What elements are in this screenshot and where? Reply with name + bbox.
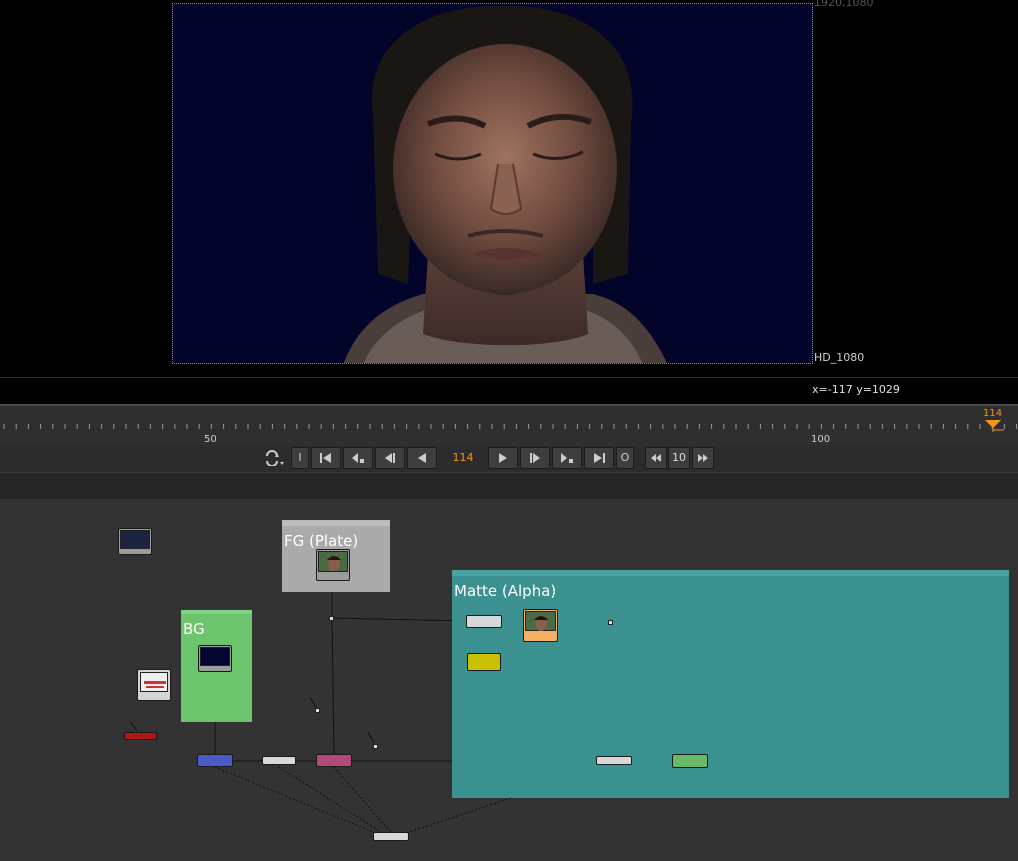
next-keyframe-icon [561, 453, 573, 463]
backdrop-matte-alpha[interactable]: Matte (Alpha) [452, 570, 1009, 798]
step-forward-icon [530, 453, 540, 463]
play-backward-icon [418, 453, 426, 463]
goto-end-button[interactable] [584, 447, 614, 469]
loop-mode-button[interactable] [262, 447, 288, 469]
format-bottom-label: HD_1080 [814, 351, 865, 364]
timeline-ticks [3, 420, 1018, 432]
green-node[interactable] [672, 754, 708, 768]
output-node[interactable] [373, 832, 409, 841]
playhead-marker-icon [985, 420, 1001, 428]
backdrop-matte-label: Matte (Alpha) [454, 582, 557, 600]
red-node[interactable] [124, 732, 157, 740]
dot-node[interactable] [315, 708, 320, 713]
panel-divider [0, 472, 1018, 499]
set-in-point-button[interactable]: I [291, 447, 309, 469]
node-graph[interactable]: FG (Plate) BG Matte (Alpha) [0, 499, 1018, 861]
forward-increment-button[interactable] [692, 447, 714, 469]
read-node-fg-plate[interactable] [316, 549, 350, 581]
viewer-frame[interactable] [172, 3, 813, 364]
format-top-label: 1920,1080 [814, 0, 874, 9]
viewer-info-bar: x=-117 y=1029 [0, 377, 1018, 404]
face-portrait-image [173, 4, 812, 363]
skip-start-icon [320, 453, 331, 463]
dot-node[interactable] [608, 620, 613, 625]
frame-increment-field[interactable]: 10 [668, 447, 690, 469]
current-frame-field[interactable]: 114 [442, 447, 484, 469]
backdrop-fg-label: FG (Plate) [284, 532, 359, 550]
prev-keyframe-button[interactable] [343, 447, 373, 469]
loop-icon [266, 450, 284, 466]
dot-node[interactable] [329, 616, 334, 621]
next-keyframe-button[interactable] [552, 447, 582, 469]
thumbnail-face-matte [525, 611, 556, 631]
viewer-panel[interactable]: 1920,1080 HD_1080 [0, 0, 1018, 377]
play-forward-button[interactable] [488, 447, 518, 469]
thumbnail-dark [120, 530, 150, 549]
cursor-coordinates: x=-117 y=1029 [812, 383, 900, 396]
play-forward-icon [499, 453, 507, 463]
read-node-thumbnail[interactable] [118, 528, 152, 555]
read-node-matte[interactable] [523, 609, 558, 642]
thumbnail-error [140, 672, 168, 692]
transport-controls: I 114 O 10 [0, 446, 1018, 472]
thumbnail-face [318, 551, 348, 572]
timeline-ruler[interactable]: 114 50 100 [0, 404, 1018, 446]
set-out-point-button[interactable]: O [616, 447, 634, 469]
dot-node[interactable] [373, 744, 378, 749]
yellow-node[interactable] [467, 653, 501, 671]
checkerboard-node[interactable] [137, 669, 171, 701]
prev-keyframe-icon [352, 453, 364, 463]
rewind-increment-button[interactable] [645, 447, 667, 469]
timeline-label-100: 100 [811, 434, 831, 445]
play-backward-button[interactable] [407, 447, 437, 469]
grey-node-merge[interactable] [596, 756, 632, 765]
rewind-icon [651, 454, 661, 462]
read-node-bg[interactable] [198, 645, 232, 672]
merge-node-blue[interactable] [197, 754, 233, 767]
merge-node-pink[interactable] [316, 754, 352, 767]
skip-end-icon [594, 453, 605, 463]
step-back-button[interactable] [375, 447, 405, 469]
grey-node[interactable] [262, 756, 296, 765]
goto-start-button[interactable] [311, 447, 341, 469]
fast-forward-icon [698, 454, 708, 462]
thumbnail-bg [200, 647, 230, 666]
step-forward-button[interactable] [520, 447, 550, 469]
step-back-icon [385, 453, 395, 463]
grey-node-matte[interactable] [466, 615, 502, 628]
backdrop-bg-label: BG [183, 620, 205, 638]
current-frame-marker-label: 114 [983, 408, 1003, 419]
timeline-label-50: 50 [204, 434, 217, 445]
